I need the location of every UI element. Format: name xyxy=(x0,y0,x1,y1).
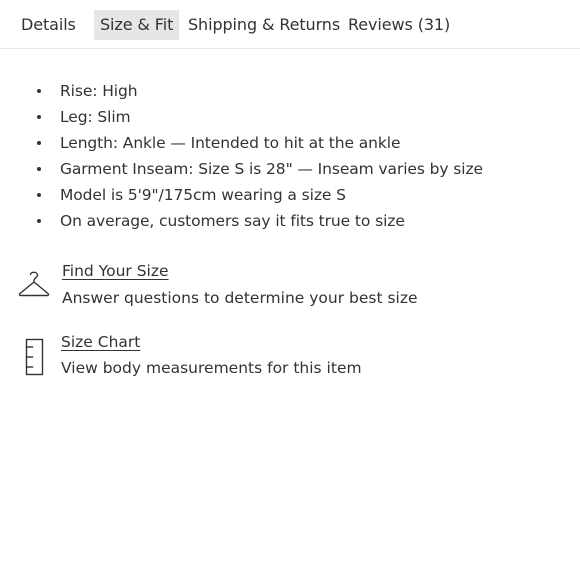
fit-detail-text: Length: Ankle — Intended to hit at the a… xyxy=(60,134,401,152)
bullet xyxy=(37,193,41,197)
fit-detail-text: Model is 5'9"/175cm wearing a size S xyxy=(60,186,346,204)
find-your-size-link[interactable]: Find Your Size xyxy=(62,261,169,281)
product-info-tabs: Details Size & Fit Shipping & Returns Re… xyxy=(0,0,580,49)
ruler-icon xyxy=(25,338,45,380)
find-your-size-description: Answer questions to determine your best … xyxy=(62,289,418,307)
size-chart-link[interactable]: Size Chart xyxy=(61,332,140,352)
list-item: Leg: Slim xyxy=(0,104,483,130)
list-item: On average, customers say it fits true t… xyxy=(0,208,483,234)
hanger-icon xyxy=(18,269,50,303)
list-item: Model is 5'9"/175cm wearing a size S xyxy=(0,182,483,208)
find-your-size-section: Find Your Size Answer questions to deter… xyxy=(0,261,580,311)
fit-details-list: Rise: High Leg: Slim Length: Ankle — Int… xyxy=(0,78,483,234)
bullet xyxy=(37,219,41,223)
fit-detail-text: Garment Inseam: Size S is 28" — Inseam v… xyxy=(60,160,483,178)
fit-detail-text: Leg: Slim xyxy=(60,108,131,126)
tab-reviews[interactable]: Reviews (31) xyxy=(348,10,450,40)
size-fit-panel: Details Size & Fit Shipping & Returns Re… xyxy=(0,0,580,580)
size-chart-description: View body measurements for this item xyxy=(61,359,362,377)
list-item: Rise: High xyxy=(0,78,483,104)
bullet xyxy=(37,167,41,171)
list-item: Length: Ankle — Intended to hit at the a… xyxy=(0,130,483,156)
fit-detail-text: On average, customers say it fits true t… xyxy=(60,212,405,230)
tab-size-fit[interactable]: Size & Fit xyxy=(94,10,180,40)
bullet xyxy=(37,89,41,93)
tab-shipping-returns[interactable]: Shipping & Returns xyxy=(188,10,340,40)
tab-details[interactable]: Details xyxy=(21,10,76,40)
bullet xyxy=(37,141,41,145)
size-chart-section: Size Chart View body measurements for th… xyxy=(0,332,580,382)
list-item: Garment Inseam: Size S is 28" — Inseam v… xyxy=(0,156,483,182)
fit-detail-text: Rise: High xyxy=(60,82,138,100)
bullet xyxy=(37,115,41,119)
